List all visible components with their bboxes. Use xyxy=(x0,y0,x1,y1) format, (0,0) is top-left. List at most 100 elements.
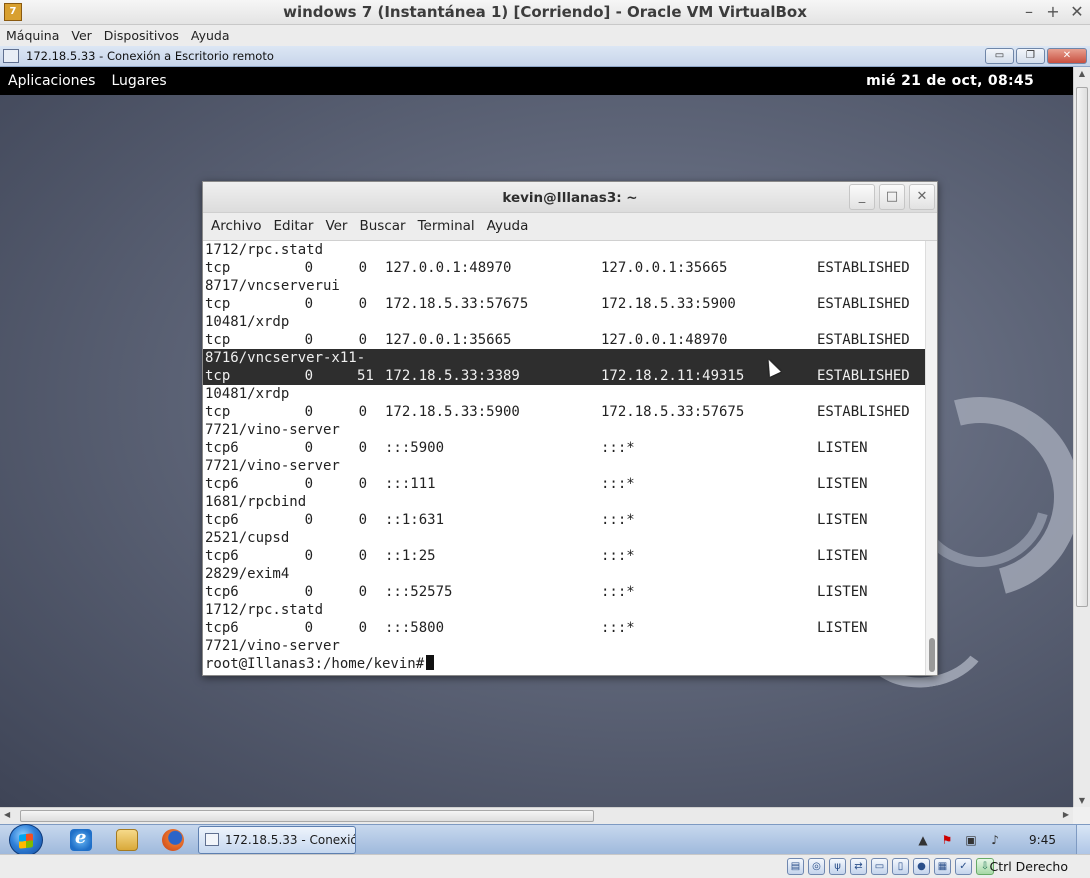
terminal-maximize-button[interactable]: □ xyxy=(879,184,905,210)
state-cell: ESTABLISHED xyxy=(817,404,910,420)
protocol-cell: tcp6 xyxy=(205,476,239,492)
process-name: 1681/rpcbind xyxy=(205,494,307,510)
terminal-line-connection: tcp6 0 0::1:631:::* LISTEN xyxy=(203,511,927,529)
terminal-scrollbar-thumb[interactable] xyxy=(929,638,935,672)
vbox-menu-ver[interactable]: Ver xyxy=(65,25,97,46)
recv-q-cell: 0 xyxy=(304,620,313,636)
recv-q-cell: 0 xyxy=(304,584,313,600)
vbox-minimize-button[interactable]: – xyxy=(1022,2,1036,21)
local-address-cell: :::5900 xyxy=(385,440,445,456)
rdp-restore-button[interactable]: ❐ xyxy=(1016,48,1045,64)
terminal-line-connection: tcp 0 0 172.18.5.33:5900 172.18.5.33:57675 ES… xyxy=(203,403,927,421)
process-name: 7721/vino-server xyxy=(205,458,340,474)
gnome-clock[interactable]: mié 21 de oct, 08:45 xyxy=(866,73,1034,89)
vbox-menu-ayuda[interactable]: Ayuda xyxy=(185,25,236,46)
local-address-cell: 172.18.5.33:3389 xyxy=(385,368,520,384)
vbox-maximize-button[interactable]: + xyxy=(1046,2,1060,21)
action-center-icon[interactable]: ⚑ xyxy=(939,832,955,848)
terminal-line-connection: tcp6 0 0:::5900:::* LISTEN xyxy=(203,439,927,457)
windows-explorer-icon[interactable] xyxy=(116,829,138,851)
video-capture-icon[interactable]: ● xyxy=(913,858,930,875)
terminal-menu-editar[interactable]: Editar xyxy=(267,213,319,240)
vbox-menu-maquina[interactable]: Máquina xyxy=(0,25,65,46)
terminal-menu-buscar[interactable]: Buscar xyxy=(353,213,411,240)
process-name: 2829/exim4 xyxy=(205,566,290,582)
scroll-up-icon[interactable]: ▲ xyxy=(1074,69,1090,78)
terminal-line-process: 10481/xrdp xyxy=(203,313,927,331)
rdp-minimize-button[interactable]: ▭ xyxy=(985,48,1014,64)
start-button[interactable] xyxy=(9,824,43,856)
terminal-line-connection: tcp 0 0 172.18.5.33:57675 172.18.5.33:5900 ES… xyxy=(203,295,927,313)
usb-icon[interactable]: ψ xyxy=(829,858,846,875)
local-address-cell: :::5800 xyxy=(385,620,445,636)
scroll-down-icon[interactable]: ▼ xyxy=(1074,796,1090,805)
rdp-vertical-scrollbar-thumb[interactable] xyxy=(1076,87,1088,607)
terminal-prompt: root@Illanas3:/home/kevin# xyxy=(205,656,425,672)
terminal-line-connection: tcp6 0 0:::111:::* LISTEN xyxy=(203,475,927,493)
terminal-scrollbar[interactable] xyxy=(925,241,937,675)
protocol-cell: tcp xyxy=(205,260,231,276)
rdp-vertical-scrollbar[interactable]: ▲ ▼ xyxy=(1073,67,1090,807)
tray-clock[interactable]: 9:45 xyxy=(1029,833,1056,847)
taskbar-item-label: 172.18.5.33 - Conexió... xyxy=(225,833,356,847)
system-tray: ▲ ⚑ ▣ ♪ 9:45 xyxy=(911,825,1090,855)
show-desktop-button[interactable] xyxy=(1076,825,1090,855)
optical-drive-icon[interactable]: ◎ xyxy=(808,858,825,875)
terminal-close-button[interactable]: ✕ xyxy=(909,184,935,210)
volume-icon[interactable]: ♪ xyxy=(987,832,1003,848)
terminal-line-connection: tcp 0 51 172.18.5.33:3389 172.18.2.11:49315 E… xyxy=(203,367,927,385)
protocol-cell: tcp xyxy=(205,296,231,312)
vbox-menubar: Máquina Ver Dispositivos Ayuda xyxy=(0,25,1090,46)
cpu-icon[interactable]: ▦ xyxy=(934,858,951,875)
protocol-cell: tcp xyxy=(205,404,231,420)
local-address-cell: ::1:25 xyxy=(385,548,436,564)
terminal-line-process: 7721/vino-server xyxy=(203,457,927,475)
state-cell: LISTEN xyxy=(817,440,868,456)
show-hidden-icons-icon[interactable]: ▲ xyxy=(915,832,931,848)
recv-q-cell: 0 xyxy=(304,260,313,276)
display-icon[interactable]: ▯ xyxy=(892,858,909,875)
network-icon[interactable]: ▣ xyxy=(963,832,979,848)
terminal-menu-terminal[interactable]: Terminal xyxy=(412,213,481,240)
firefox-icon[interactable] xyxy=(162,829,184,851)
terminal-line-process: 7721/vino-server xyxy=(203,421,927,439)
shared-folders-icon[interactable]: ▭ xyxy=(871,858,888,875)
windows-taskbar: 172.18.5.33 - Conexió... ▲ ⚑ ▣ ♪ 9:45 xyxy=(0,824,1090,856)
vbox-menu-dispositivos[interactable]: Dispositivos xyxy=(98,25,185,46)
internet-explorer-icon[interactable] xyxy=(70,827,92,851)
rdp-close-button[interactable]: ✕ xyxy=(1047,48,1087,64)
gnome-applications-menu[interactable]: Aplicaciones xyxy=(8,73,95,89)
process-name: 1712/rpc.statd xyxy=(205,602,324,618)
rdp-horizontal-scrollbar[interactable]: ◀ ▶ xyxy=(0,807,1073,824)
terminal-window[interactable]: kevin@Illanas3: ~ _ □ ✕ Archivo Editar V… xyxy=(202,181,938,676)
local-address-cell: 127.0.0.1:35665 xyxy=(385,332,512,348)
network-icon[interactable]: ⇄ xyxy=(850,858,867,875)
hard-disk-icon[interactable]: ▤ xyxy=(787,858,804,875)
foreign-address-cell: 127.0.0.1:35665 xyxy=(601,260,728,276)
rdp-window-title: 172.18.5.33 - Conexión a Escritorio remo… xyxy=(26,49,274,63)
taskbar-item-remote-desktop[interactable]: 172.18.5.33 - Conexió... xyxy=(198,826,356,854)
terminal-menu-archivo[interactable]: Archivo xyxy=(205,213,267,240)
vbox-window-title: windows 7 (Instantánea 1) [Corriendo] - … xyxy=(283,3,807,21)
terminal-prompt-line[interactable]: root@Illanas3:/home/kevin# xyxy=(203,655,927,673)
terminal-line-connection: tcp6 0 0:::52575:::* LISTEN xyxy=(203,583,927,601)
process-name: 10481/xrdp xyxy=(205,314,290,330)
scroll-right-icon[interactable]: ▶ xyxy=(1063,810,1069,819)
terminal-menu-ayuda[interactable]: Ayuda xyxy=(481,213,535,240)
gnome-top-bar: Aplicaciones Lugares mié 21 de oct, 08:4… xyxy=(0,67,1073,95)
mouse-integration-icon[interactable]: ✓ xyxy=(955,858,972,875)
send-q-cell: 0 xyxy=(358,440,367,456)
protocol-cell: tcp xyxy=(205,368,231,384)
terminal-menu-ver[interactable]: Ver xyxy=(319,213,353,240)
rdp-horizontal-scrollbar-thumb[interactable] xyxy=(20,810,594,822)
terminal-minimize-button[interactable]: _ xyxy=(849,184,875,210)
terminal-line-connection: tcp6 0 0:::5800:::* LISTEN xyxy=(203,619,927,637)
scroll-left-icon[interactable]: ◀ xyxy=(4,810,10,819)
gnome-places-menu[interactable]: Lugares xyxy=(111,73,166,89)
terminal-output[interactable]: 1712/rpc.statd tcp 0 0 127.0.0.1:48970 127.0.… xyxy=(203,241,927,675)
process-name: 10481/xrdp xyxy=(205,386,290,402)
state-cell: LISTEN xyxy=(817,512,868,528)
terminal-titlebar[interactable]: kevin@Illanas3: ~ _ □ ✕ xyxy=(203,182,937,213)
vbox-close-button[interactable]: ✕ xyxy=(1070,2,1084,21)
remote-desktop-area[interactable]: Aplicaciones Lugares mié 21 de oct, 08:4… xyxy=(0,67,1073,807)
